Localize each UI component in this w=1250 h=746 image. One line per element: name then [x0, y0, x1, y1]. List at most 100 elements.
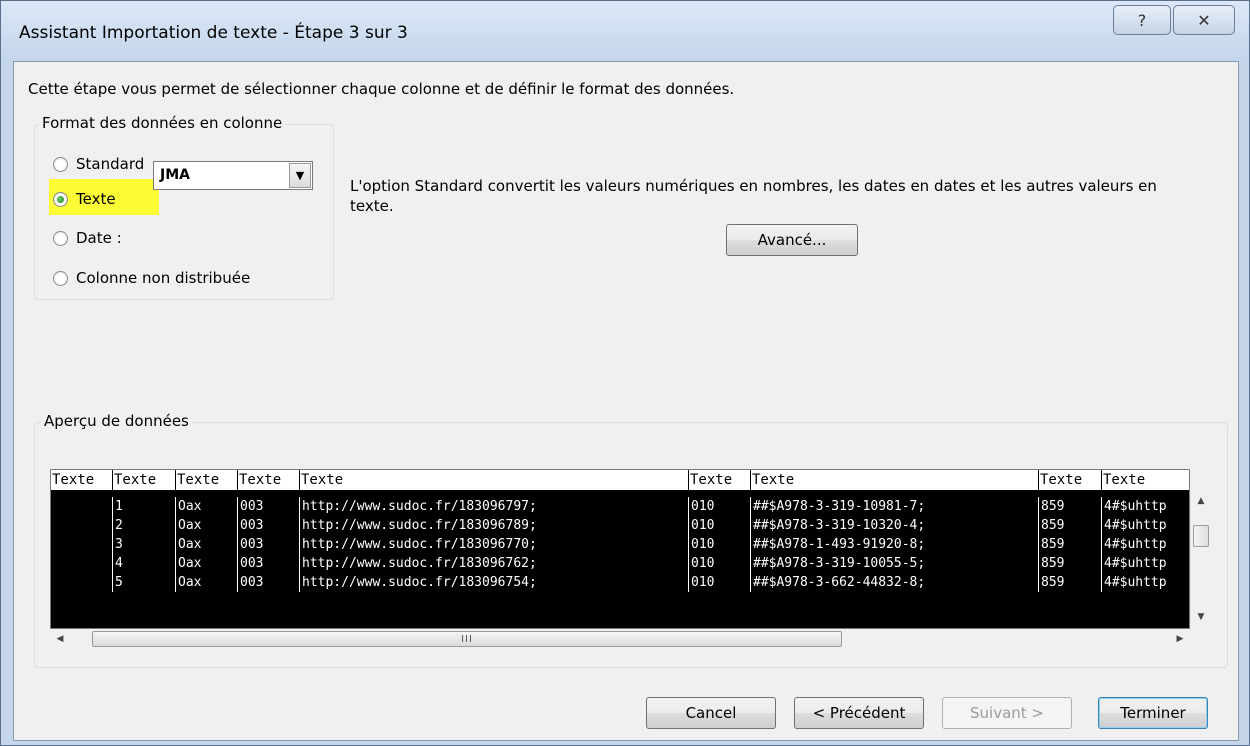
previous-button-label: < Précédent [812, 704, 906, 722]
preview-header-cell[interactable]: Texte [751, 470, 1039, 490]
vertical-scroll-thumb[interactable] [1193, 525, 1209, 547]
preview-cell: Oax [176, 516, 238, 535]
preview-cell: 4#$uhttp [1102, 516, 1189, 535]
preview-header-cell[interactable]: Texte [51, 470, 113, 490]
preview-cell: 859 [1039, 554, 1102, 573]
column-format-legend: Format des données en colonne [39, 114, 286, 132]
preview-cell: 010 [689, 516, 751, 535]
preview-header-cell[interactable]: Texte [300, 470, 689, 490]
date-format-value: JMA [160, 167, 190, 183]
preview-cell: ##$A978-3-662-44832-8; [751, 573, 1039, 592]
preview-cell: 003 [238, 516, 300, 535]
preview-cell: Oax [176, 535, 238, 554]
preview-cell: 010 [689, 573, 751, 592]
advanced-button[interactable]: Avancé... [726, 224, 858, 256]
preview-header-cell[interactable]: Texte [238, 470, 300, 490]
preview-cell [51, 554, 113, 573]
scroll-up-icon[interactable]: ▲ [1191, 492, 1211, 510]
radio-non-distribuee-indicator[interactable] [53, 270, 68, 286]
intro-text: Cette étape vous permet de sélectionner … [28, 80, 735, 98]
preview-header-cell[interactable]: Texte [176, 470, 238, 490]
format-description: L'option Standard convertit les valeurs … [350, 177, 1157, 215]
scroll-right-icon[interactable]: ▶ [1170, 629, 1190, 649]
help-icon: ? [1137, 10, 1147, 30]
chevron-down-icon[interactable]: ▼ [289, 163, 311, 188]
preview-cell: 003 [238, 535, 300, 554]
preview-vertical-scrollbar[interactable]: ▲ ▼ [1190, 490, 1210, 629]
finish-button[interactable]: Terminer [1098, 697, 1208, 729]
radio-texte-indicator[interactable] [53, 191, 68, 207]
window-title: Assistant Importation de texte - Étape 3… [19, 23, 408, 43]
scroll-down-icon[interactable]: ▼ [1191, 608, 1211, 626]
data-preview-grid[interactable]: Texte Texte Texte Texte Texte Texte Text… [50, 469, 1190, 629]
preview-cell: 859 [1039, 516, 1102, 535]
table-row: 5 Oax 003 http://www.sudoc.fr/183096754;… [51, 573, 1189, 592]
preview-header-cell[interactable]: Texte [113, 470, 176, 490]
preview-cell: Oax [176, 497, 238, 516]
preview-cell: http://www.sudoc.fr/183096762; [300, 554, 689, 573]
preview-cell: Oax [176, 554, 238, 573]
help-button[interactable]: ? [1113, 5, 1171, 35]
previous-button[interactable]: < Précédent [794, 697, 924, 729]
preview-body: 1 Oax 003 http://www.sudoc.fr/183096797;… [51, 491, 1189, 628]
advanced-button-label: Avancé... [757, 231, 827, 249]
date-format-select[interactable]: JMA ▼ [153, 161, 313, 190]
scroll-left-icon[interactable]: ◀ [50, 629, 70, 649]
preview-cell: 859 [1039, 497, 1102, 516]
preview-cell: http://www.sudoc.fr/183096797; [300, 497, 689, 516]
preview-cell: Oax [176, 573, 238, 592]
preview-header-row: Texte Texte Texte Texte Texte Texte Text… [51, 470, 1189, 491]
dialog-body: Cette étape vous permet de sélectionner … [13, 61, 1239, 741]
next-button[interactable]: Suivant > [942, 697, 1072, 729]
radio-date-label: Date : [76, 229, 122, 247]
preview-cell [51, 497, 113, 516]
preview-cell [51, 535, 113, 554]
next-button-label: Suivant > [970, 704, 1044, 722]
radio-date-indicator[interactable] [53, 230, 68, 246]
preview-cell: ##$A978-1-493-91920-8; [751, 535, 1039, 554]
radio-texte[interactable]: Texte [53, 190, 116, 208]
preview-cell: 010 [689, 535, 751, 554]
preview-cell: http://www.sudoc.fr/183096770; [300, 535, 689, 554]
preview-cell: 859 [1039, 573, 1102, 592]
table-row: 2 Oax 003 http://www.sudoc.fr/183096789;… [51, 516, 1189, 535]
preview-header-cell[interactable]: Texte [1102, 470, 1189, 490]
close-button[interactable]: ✕ [1173, 5, 1235, 35]
preview-cell: 4#$uhttp [1102, 573, 1189, 592]
radio-standard[interactable]: Standard [53, 155, 144, 173]
cancel-button[interactable]: Cancel [646, 697, 776, 729]
text-import-wizard-window: Assistant Importation de texte - Étape 3… [0, 0, 1250, 746]
preview-cell: ##$A978-3-319-10320-4; [751, 516, 1039, 535]
preview-cell: 010 [689, 554, 751, 573]
title-bar[interactable]: Assistant Importation de texte - Étape 3… [1, 1, 1249, 61]
preview-header-cell[interactable]: Texte [1039, 470, 1102, 490]
radio-standard-indicator[interactable] [53, 156, 68, 172]
table-row: 4 Oax 003 http://www.sudoc.fr/183096762;… [51, 554, 1189, 573]
radio-non-distribuee[interactable]: Colonne non distribuée [53, 269, 250, 287]
table-row: 1 Oax 003 http://www.sudoc.fr/183096797;… [51, 497, 1189, 516]
preview-cell: 2 [113, 516, 176, 535]
radio-standard-label: Standard [76, 155, 145, 173]
data-preview-legend: Aperçu de données [41, 412, 192, 430]
preview-horizontal-scrollbar[interactable]: ◀ III ▶ [50, 629, 1190, 649]
preview-cell [51, 516, 113, 535]
preview-cell: ##$A978-3-319-10981-7; [751, 497, 1039, 516]
preview-cell: ##$A978-3-319-10055-5; [751, 554, 1039, 573]
preview-cell [51, 573, 113, 592]
radio-texte-label: Texte [76, 190, 116, 208]
table-row: 3 Oax 003 http://www.sudoc.fr/183096770;… [51, 535, 1189, 554]
radio-non-distribuee-label: Colonne non distribuée [76, 269, 251, 287]
radio-date[interactable]: Date : [53, 229, 122, 247]
preview-header-cell[interactable]: Texte [689, 470, 751, 490]
horizontal-scroll-thumb[interactable]: III [92, 631, 842, 647]
preview-cell: 4#$uhttp [1102, 535, 1189, 554]
preview-cell: 1 [113, 497, 176, 516]
preview-cell: 3 [113, 535, 176, 554]
preview-cell: 4#$uhttp [1102, 497, 1189, 516]
finish-button-label: Terminer [1120, 704, 1186, 722]
preview-cell: 5 [113, 573, 176, 592]
preview-cell: 4 [113, 554, 176, 573]
preview-cell: http://www.sudoc.fr/183096789; [300, 516, 689, 535]
preview-cell: http://www.sudoc.fr/183096754; [300, 573, 689, 592]
preview-cell: 4#$uhttp [1102, 554, 1189, 573]
